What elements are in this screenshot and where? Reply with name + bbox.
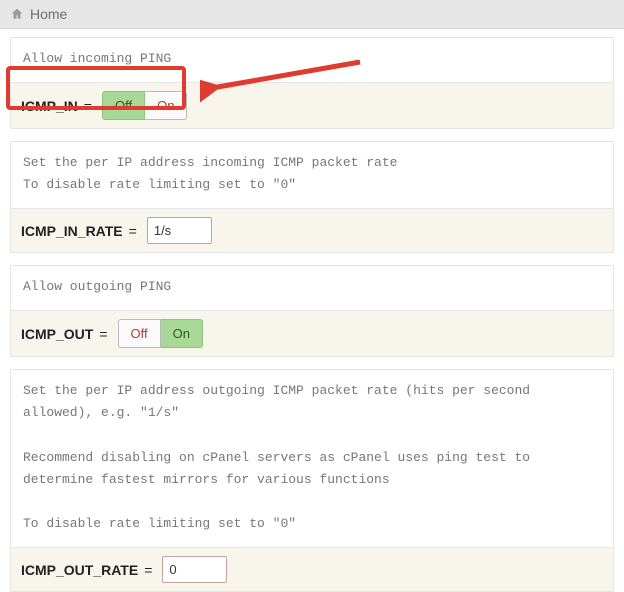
- equals-sign: =: [84, 98, 92, 114]
- toggle-icmp-out-on[interactable]: On: [161, 319, 203, 348]
- toggle-icmp-out-off[interactable]: Off: [118, 319, 161, 348]
- desc-icmp-out-rate: Set the per IP address outgoing ICMP pac…: [11, 370, 613, 548]
- toggle-icmp-in: Off On: [102, 91, 187, 120]
- label-icmp-in: ICMP_IN: [21, 98, 78, 114]
- row-icmp-in: ICMP_IN = Off On: [11, 83, 613, 128]
- label-icmp-in-rate: ICMP_IN_RATE: [21, 223, 123, 239]
- section-icmp-out: Allow outgoing PING ICMP_OUT = Off On: [10, 265, 614, 357]
- equals-sign: =: [99, 326, 107, 342]
- row-icmp-in-rate: ICMP_IN_RATE =: [11, 209, 613, 252]
- section-icmp-in-rate: Set the per IP address incoming ICMP pac…: [10, 141, 614, 253]
- breadcrumb: Home: [0, 0, 624, 29]
- row-icmp-out-rate: ICMP_OUT_RATE =: [11, 548, 613, 591]
- section-icmp-in: Allow incoming PING ICMP_IN = Off On: [10, 37, 614, 129]
- equals-sign: =: [129, 223, 137, 239]
- label-icmp-out: ICMP_OUT: [21, 326, 93, 342]
- toggle-icmp-in-off[interactable]: Off: [102, 91, 145, 120]
- desc-icmp-in-rate: Set the per IP address incoming ICMP pac…: [11, 142, 613, 209]
- home-icon: [10, 7, 24, 21]
- label-icmp-out-rate: ICMP_OUT_RATE: [21, 562, 138, 578]
- desc-icmp-in: Allow incoming PING: [11, 38, 613, 83]
- toggle-icmp-out: Off On: [118, 319, 203, 348]
- breadcrumb-home[interactable]: Home: [30, 6, 67, 22]
- desc-icmp-out: Allow outgoing PING: [11, 266, 613, 311]
- row-icmp-out: ICMP_OUT = Off On: [11, 311, 613, 356]
- section-icmp-out-rate: Set the per IP address outgoing ICMP pac…: [10, 369, 614, 592]
- toggle-icmp-in-on[interactable]: On: [145, 91, 187, 120]
- input-icmp-in-rate[interactable]: [147, 217, 212, 244]
- equals-sign: =: [144, 562, 152, 578]
- input-icmp-out-rate[interactable]: [162, 556, 227, 583]
